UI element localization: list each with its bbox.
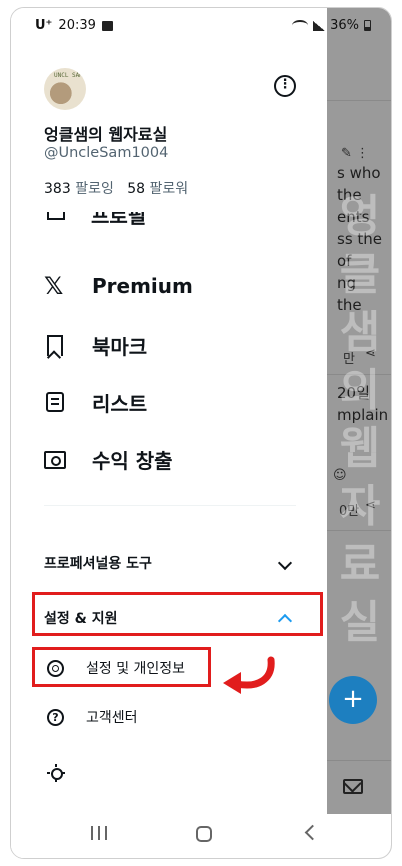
divider — [44, 505, 296, 506]
bookmark-icon — [47, 334, 63, 356]
home-icon[interactable] — [196, 826, 212, 842]
menu-item-label: Premium — [92, 274, 193, 298]
avatar[interactable]: UNCL SAM — [44, 68, 86, 110]
menu-item-bookmarks[interactable]: 북마크 — [44, 331, 147, 360]
carrier-label: U⁺ — [35, 18, 53, 33]
feed-text-line: s who — [337, 164, 381, 182]
menu-item-label: 북마크 — [92, 335, 148, 359]
menu-item-monetization[interactable]: 수익 창출 — [44, 445, 173, 474]
following-label[interactable]: 팔로잉 — [75, 181, 114, 197]
clock: 20:39 — [58, 18, 96, 33]
recents-icon[interactable] — [91, 826, 107, 840]
menu-item-profile[interactable]: 프로필 — [45, 212, 165, 228]
mail-icon[interactable] — [343, 779, 363, 794]
professional-tools-toggle[interactable]: 프로페셔널용 도구 — [44, 553, 296, 573]
watermark: 엉클샘의웹자료실 — [339, 191, 381, 648]
menu-item-lists[interactable]: 리스트 — [44, 388, 147, 417]
following-count[interactable]: 383 — [44, 181, 71, 197]
back-icon[interactable] — [304, 824, 321, 841]
follow-stats: 383 팔로잉 58 팔로워 — [44, 178, 188, 198]
compose-fab-button[interactable]: + — [329, 676, 377, 724]
highlight-box — [32, 592, 323, 636]
followers-count[interactable]: 58 — [127, 181, 145, 197]
display-name[interactable]: 엉클샘의 웹자료실 — [44, 121, 167, 145]
phone-screen: ✎ ⋮ s who the ents ss the of ng the 만 ⋖ … — [10, 7, 392, 859]
bottom-tab-bar — [327, 760, 391, 816]
background-feed: ✎ ⋮ s who the ents ss the of ng the 만 ⋖ … — [327, 8, 391, 858]
display-mode-sun-icon[interactable] — [47, 764, 65, 782]
battery-icon — [364, 20, 371, 31]
help-icon: ? — [47, 708, 64, 726]
highlight-box — [32, 647, 211, 687]
user-handle: @UncleSam1004 — [44, 145, 169, 161]
feed-divider — [327, 100, 391, 101]
menu-item-label: 프로필 — [91, 212, 147, 228]
menu-item-premium[interactable]: 𝕏 Premium — [44, 274, 193, 298]
pointer-arrow-icon — [223, 656, 275, 694]
help-center-item[interactable]: ? 고객센터 — [47, 707, 138, 727]
gallery-icon — [101, 20, 113, 31]
side-drawer: U⁺ 20:39 36% UNCL SAM ⋮ 엉클샘의 웹자료실 @Uncle… — [11, 8, 371, 858]
more-options-icon[interactable]: ⋮ — [274, 75, 296, 97]
wifi-icon — [292, 20, 309, 31]
feed-actions: ✎ ⋮ — [341, 146, 370, 161]
battery-percent: 36% — [330, 18, 359, 33]
menu-item-label: 리스트 — [92, 392, 148, 416]
section-label: 프로페셔널용 도구 — [44, 556, 152, 572]
menu-item-label: 수익 창출 — [92, 449, 173, 473]
money-icon — [44, 450, 66, 469]
list-icon — [46, 391, 64, 412]
chevron-down-icon — [277, 555, 293, 571]
x-logo-icon: 𝕏 — [44, 272, 64, 300]
sub-item-label: 고객센터 — [86, 710, 138, 726]
profile-icon — [47, 212, 65, 220]
followers-label[interactable]: 팔로워 — [149, 181, 188, 197]
signal-icon — [313, 20, 326, 31]
status-bar: U⁺ 20:39 36% — [11, 8, 391, 44]
system-nav-bar — [11, 814, 391, 858]
